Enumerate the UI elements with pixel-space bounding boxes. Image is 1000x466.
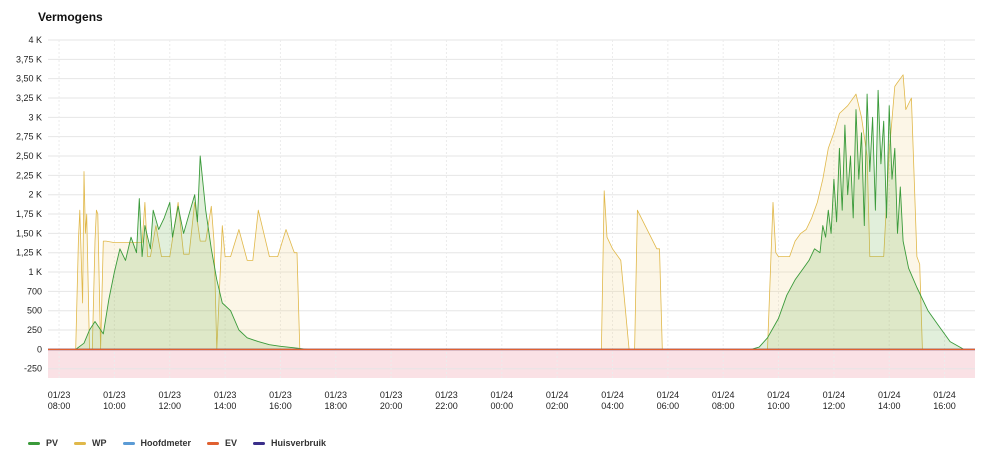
y-tick-label: 3 K (28, 112, 42, 122)
y-tick-label: 3,25 K (16, 93, 42, 103)
x-tick-date: 01/23 (269, 390, 292, 400)
x-tick-time: 08:00 (48, 401, 71, 411)
legend-label: WP (92, 438, 107, 448)
y-tick-label: 3,75 K (16, 54, 42, 64)
power-chart[interactable]: 4 K 3,75 K 3,50 K 3,25 K 3 K 2,75 K 2,50 K 2,25… (0, 0, 1000, 466)
x-tick-time: 16:00 (933, 401, 956, 411)
legend-item-wp[interactable]: WP (74, 438, 107, 448)
y-tick-label: 2,50 K (16, 151, 42, 161)
x-tick-date: 01/24 (878, 390, 901, 400)
x-tick-time: 10:00 (767, 401, 790, 411)
x-tick-date: 01/23 (103, 390, 126, 400)
x-tick-date: 01/23 (158, 390, 181, 400)
y-tick-label: 2,25 K (16, 170, 42, 180)
x-tick-date: 01/24 (933, 390, 956, 400)
x-tick-time: 04:00 (601, 401, 624, 411)
y-tick-label: -250 (24, 364, 42, 374)
x-tick-time: 16:00 (269, 401, 292, 411)
x-tick-time: 10:00 (103, 401, 126, 411)
chart-legend: PV WP Hoofdmeter EV Huisverbruik (28, 438, 326, 448)
legend-swatch (74, 441, 87, 445)
legend-item-pv[interactable]: PV (28, 438, 58, 448)
x-tick-time: 02:00 (546, 401, 569, 411)
legend-swatch (28, 441, 40, 445)
y-tick-label: 0 (37, 344, 42, 354)
x-tick-time: 12:00 (823, 401, 846, 411)
x-tick-time: 12:00 (158, 401, 181, 411)
y-tick-label: 1,75 K (16, 209, 42, 219)
x-tick-date: 01/23 (214, 390, 237, 400)
legend-label: Hoofdmeter (140, 438, 192, 448)
y-tick-label: 4 K (28, 35, 42, 45)
x-tick-time: 08:00 (712, 401, 735, 411)
x-tick-date: 01/23 (325, 390, 348, 400)
x-tick-date: 01/24 (657, 390, 680, 400)
x-tick-date: 01/24 (601, 390, 624, 400)
x-tick-time: 14:00 (878, 401, 901, 411)
y-tick-label: 1,25 K (16, 248, 42, 258)
y-tick-label: 250 (27, 325, 42, 335)
legend-item-hoofdmeter[interactable]: Hoofdmeter (122, 438, 192, 448)
y-tick-label: 500 (27, 306, 42, 316)
chart-panel: Vermogens 4 K 3,75 K 3,50 K 3,25 K3 K 2,75 K… (0, 0, 1000, 466)
y-tick-label: 1,50 K (16, 228, 42, 238)
legend-item-huisverbruik[interactable]: Huisverbruik (253, 438, 326, 448)
legend-swatch (207, 441, 220, 445)
negative-band (48, 349, 975, 378)
x-tick-date: 01/23 (435, 390, 458, 400)
legend-swatch (122, 441, 135, 445)
y-tick-label: 3,50 K (16, 74, 42, 84)
x-tick-date: 01/24 (823, 390, 846, 400)
legend-label: EV (225, 438, 238, 448)
x-tick-date: 01/24 (546, 390, 569, 400)
x-tick-time: 14:00 (214, 401, 237, 411)
x-tick-date: 01/24 (712, 390, 735, 400)
legend-swatch (253, 441, 266, 445)
y-tick-label: 700 (27, 286, 42, 296)
x-tick-date: 01/24 (491, 390, 514, 400)
x-tick-time: 22:00 (435, 401, 458, 411)
x-tick-time: 06:00 (657, 401, 680, 411)
y-tick-label: 2 K (28, 190, 42, 200)
legend-label: Huisverbruik (271, 438, 327, 448)
legend-label: PV (46, 438, 59, 448)
legend-item-ev[interactable]: EV (207, 438, 237, 448)
x-tick-date: 01/23 (380, 390, 403, 400)
x-tick-date: 01/23 (48, 390, 71, 400)
x-tick-time: 00:00 (491, 401, 514, 411)
y-tick-label: 1 K (28, 267, 42, 277)
x-tick-time: 18:00 (325, 401, 348, 411)
y-tick-label: 2,75 K (16, 132, 42, 142)
x-tick-date: 01/24 (767, 390, 790, 400)
x-tick-time: 20:00 (380, 401, 403, 411)
